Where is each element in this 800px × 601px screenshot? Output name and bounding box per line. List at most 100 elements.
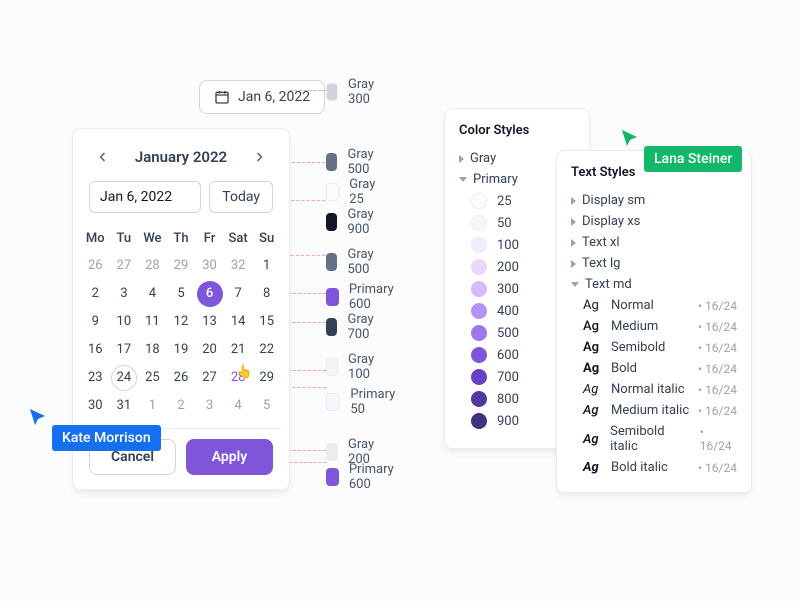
calendar-day[interactable]: 27 — [197, 365, 223, 391]
text-variant-meta: 16/24 — [698, 341, 737, 355]
calendar-day[interactable]: 9 — [82, 309, 108, 335]
calendar-day[interactable]: 6 — [197, 281, 223, 307]
calendar-day[interactable]: 19 — [168, 337, 194, 363]
text-variant-meta: 16/24 — [700, 425, 737, 453]
calendar-day[interactable]: 3 — [197, 393, 223, 419]
calendar-day[interactable]: 32 — [225, 253, 251, 279]
swatch-row: Primary 600 — [326, 462, 399, 491]
calendar-day[interactable]: 17 — [111, 337, 137, 363]
text-variant-name: Bold italic — [611, 460, 668, 475]
swatch-chip — [326, 358, 338, 376]
swatch-row: Gray 300 — [326, 77, 380, 106]
calendar-day[interactable]: 5 — [168, 281, 194, 307]
calendar-day[interactable]: 29 — [168, 253, 194, 279]
calendar-day[interactable]: 14 — [225, 309, 251, 335]
shade-label: 700 — [497, 370, 519, 385]
calendar-day[interactable]: 28 — [225, 365, 251, 391]
swatch-row: Gray 900 — [326, 207, 380, 236]
swatch-chip — [326, 318, 337, 336]
swatch-row: Primary 50 — [326, 387, 399, 416]
text-variant[interactable]: AgNormal italic16/24 — [571, 379, 737, 400]
calendar-day[interactable]: 4 — [139, 281, 165, 307]
text-variant-name: Semibold italic — [610, 424, 692, 454]
text-variant-meta: 16/24 — [698, 383, 737, 397]
next-month-button[interactable] — [247, 145, 271, 169]
swatch-label: Gray 500 — [347, 147, 380, 177]
text-group[interactable]: Text lg — [571, 253, 737, 274]
swatch-row: Gray 25 — [326, 177, 380, 206]
color-dot — [471, 303, 487, 319]
calendar-title: January 2022 — [135, 148, 227, 166]
text-variant-name: Medium italic — [611, 403, 689, 418]
prev-month-button[interactable] — [91, 145, 115, 169]
calendar-day[interactable]: 5 — [254, 393, 280, 419]
chevron-right-icon — [571, 197, 576, 205]
calendar-day[interactable]: 20 — [197, 337, 223, 363]
date-input-value: Jan 6, 2022 — [238, 89, 310, 105]
text-variant[interactable]: AgBold italic16/24 — [571, 457, 737, 478]
calendar-day[interactable]: 28 — [139, 253, 165, 279]
text-group[interactable]: Display sm — [571, 190, 737, 211]
text-variant[interactable]: AgBold16/24 — [571, 358, 737, 379]
apply-button[interactable]: Apply — [186, 439, 273, 475]
calendar-day[interactable]: 29 — [254, 365, 280, 391]
calendar-day[interactable]: 30 — [197, 253, 223, 279]
swatch-row: Gray 100 — [326, 352, 380, 381]
calendar-date-input[interactable]: Jan 6, 2022 — [89, 181, 201, 213]
color-dot — [471, 193, 487, 209]
text-variant[interactable]: AgMedium16/24 — [571, 316, 737, 337]
chevron-right-icon — [571, 239, 576, 247]
calendar-week: 2345678 — [81, 280, 281, 308]
swatch-label: Primary 600 — [349, 462, 399, 492]
calendar-day[interactable]: 1 — [254, 253, 280, 279]
calendar-day[interactable]: 23 — [82, 365, 108, 391]
color-dot — [471, 325, 487, 341]
text-variant[interactable]: AgSemibold16/24 — [571, 337, 737, 358]
text-variant[interactable]: AgMedium italic16/24 — [571, 400, 737, 421]
today-button[interactable]: Today — [209, 181, 273, 213]
swatch-label: Gray 900 — [347, 207, 380, 237]
collab-cursor-kate: Kate Morrison — [28, 407, 161, 451]
calendar-day[interactable]: 15 — [254, 309, 280, 335]
swatch-chip — [326, 253, 337, 271]
text-variant-name: Normal — [611, 298, 654, 313]
calendar-day[interactable]: 7 — [225, 281, 251, 307]
calendar-day[interactable]: 16 — [82, 337, 108, 363]
text-group-text-md[interactable]: Text md — [571, 274, 737, 295]
calendar-day[interactable]: 12 — [168, 309, 194, 335]
calendar-day[interactable]: 8 — [254, 281, 280, 307]
text-variant[interactable]: AgNormal16/24 — [571, 295, 737, 316]
calendar-day[interactable]: 25 — [139, 365, 165, 391]
text-group[interactable]: Display xs — [571, 211, 737, 232]
calendar-day[interactable]: 13 — [197, 309, 223, 335]
weekday-label: Fr — [195, 225, 224, 252]
date-input-pill[interactable]: Jan 6, 2022 — [199, 80, 325, 114]
weekday-label: Th — [167, 225, 196, 252]
color-dot — [471, 237, 487, 253]
calendar-day[interactable]: 3 — [111, 281, 137, 307]
swatch-label: Gray 500 — [347, 247, 380, 277]
weekday-label: Mo — [81, 225, 110, 252]
calendar-day[interactable]: 2 — [82, 281, 108, 307]
calendar-day[interactable]: 24 — [111, 365, 137, 391]
color-dot — [471, 281, 487, 297]
calendar-day[interactable]: 11 — [139, 309, 165, 335]
calendar-day[interactable]: 10 — [111, 309, 137, 335]
text-sample: Ag — [583, 361, 603, 376]
calendar-day[interactable]: 21 — [225, 337, 251, 363]
text-group[interactable]: Text xl — [571, 232, 737, 253]
text-sample: Ag — [583, 403, 603, 418]
calendar-day[interactable]: 26 — [82, 253, 108, 279]
weekday-label: We — [138, 225, 167, 252]
calendar-day[interactable]: 22 — [254, 337, 280, 363]
calendar-day[interactable]: 27 — [111, 253, 137, 279]
calendar-day[interactable]: 18 — [139, 337, 165, 363]
calendar-day[interactable]: 4 — [225, 393, 251, 419]
text-variant[interactable]: AgSemibold italic16/24 — [571, 421, 737, 457]
swatch-row: Primary 600 — [326, 282, 399, 311]
color-dot — [471, 215, 487, 231]
weekday-label: Su — [252, 225, 281, 252]
calendar-day[interactable]: 26 — [168, 365, 194, 391]
calendar-day[interactable]: 2 — [168, 393, 194, 419]
text-variant-meta: 16/24 — [698, 299, 737, 313]
